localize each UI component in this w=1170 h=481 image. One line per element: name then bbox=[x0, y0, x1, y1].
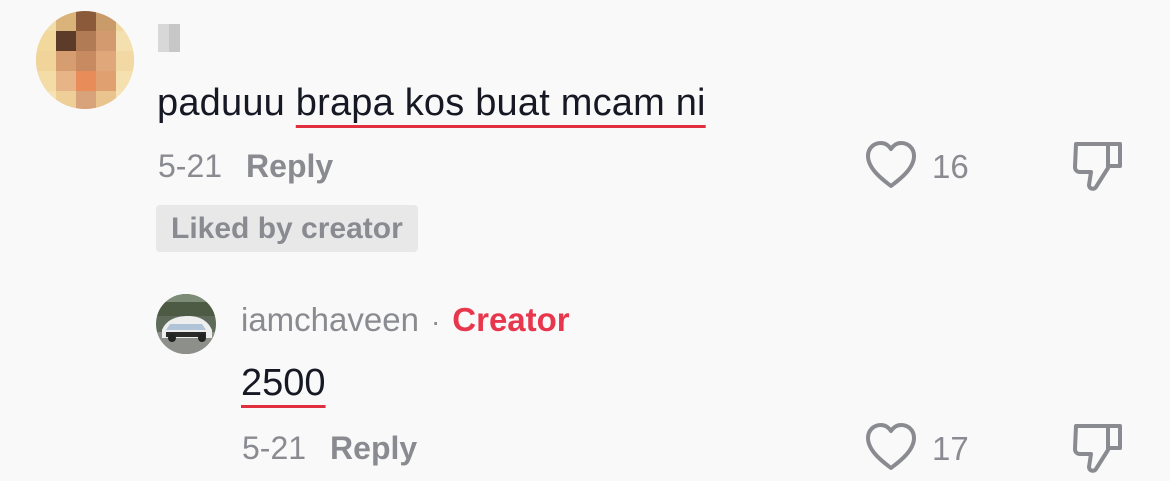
comment-dislike-button[interactable] bbox=[1070, 138, 1126, 197]
comment-text-highlighted[interactable]: brapa kos buat mcam ni bbox=[296, 82, 706, 124]
reply-username[interactable]: iamchaveen bbox=[241, 301, 419, 338]
heart-outline-icon bbox=[866, 141, 916, 188]
commenter-avatar[interactable] bbox=[36, 11, 134, 109]
reply-date: 5-21 bbox=[242, 430, 307, 466]
comment-date: 5-21 bbox=[158, 148, 223, 184]
reply-like-button[interactable] bbox=[864, 422, 918, 477]
thumbs-down-icon bbox=[1073, 142, 1122, 191]
reply-text: 2500 bbox=[241, 360, 326, 406]
liked-by-creator-badge: Liked by creator bbox=[156, 205, 418, 252]
reply-meta: 5-21 Reply bbox=[242, 430, 417, 467]
comment-text: paduuu brapa kos buat mcam ni bbox=[157, 78, 706, 128]
reply-reply-button[interactable]: Reply bbox=[330, 430, 417, 466]
heart-outline-icon bbox=[866, 423, 916, 470]
reply-dislike-button[interactable] bbox=[1070, 420, 1126, 479]
comment-reply-button[interactable]: Reply bbox=[246, 148, 333, 184]
creator-avatar[interactable] bbox=[156, 294, 216, 354]
reply-header: iamchaveen · Creator bbox=[241, 300, 570, 342]
creator-label: Creator bbox=[452, 301, 570, 338]
reply-like-count: 17 bbox=[932, 430, 969, 467]
thumbs-down-icon bbox=[1073, 424, 1122, 473]
commenter-username-redacted[interactable] bbox=[158, 24, 180, 52]
comment-like-button[interactable] bbox=[864, 140, 918, 195]
comment-text-plain: paduuu bbox=[157, 82, 296, 124]
separator-dot: · bbox=[430, 306, 441, 337]
comment-like-count: 16 bbox=[932, 148, 969, 185]
reply-text-highlighted[interactable]: 2500 bbox=[241, 362, 326, 404]
comment-meta: 5-21 Reply bbox=[158, 148, 333, 185]
